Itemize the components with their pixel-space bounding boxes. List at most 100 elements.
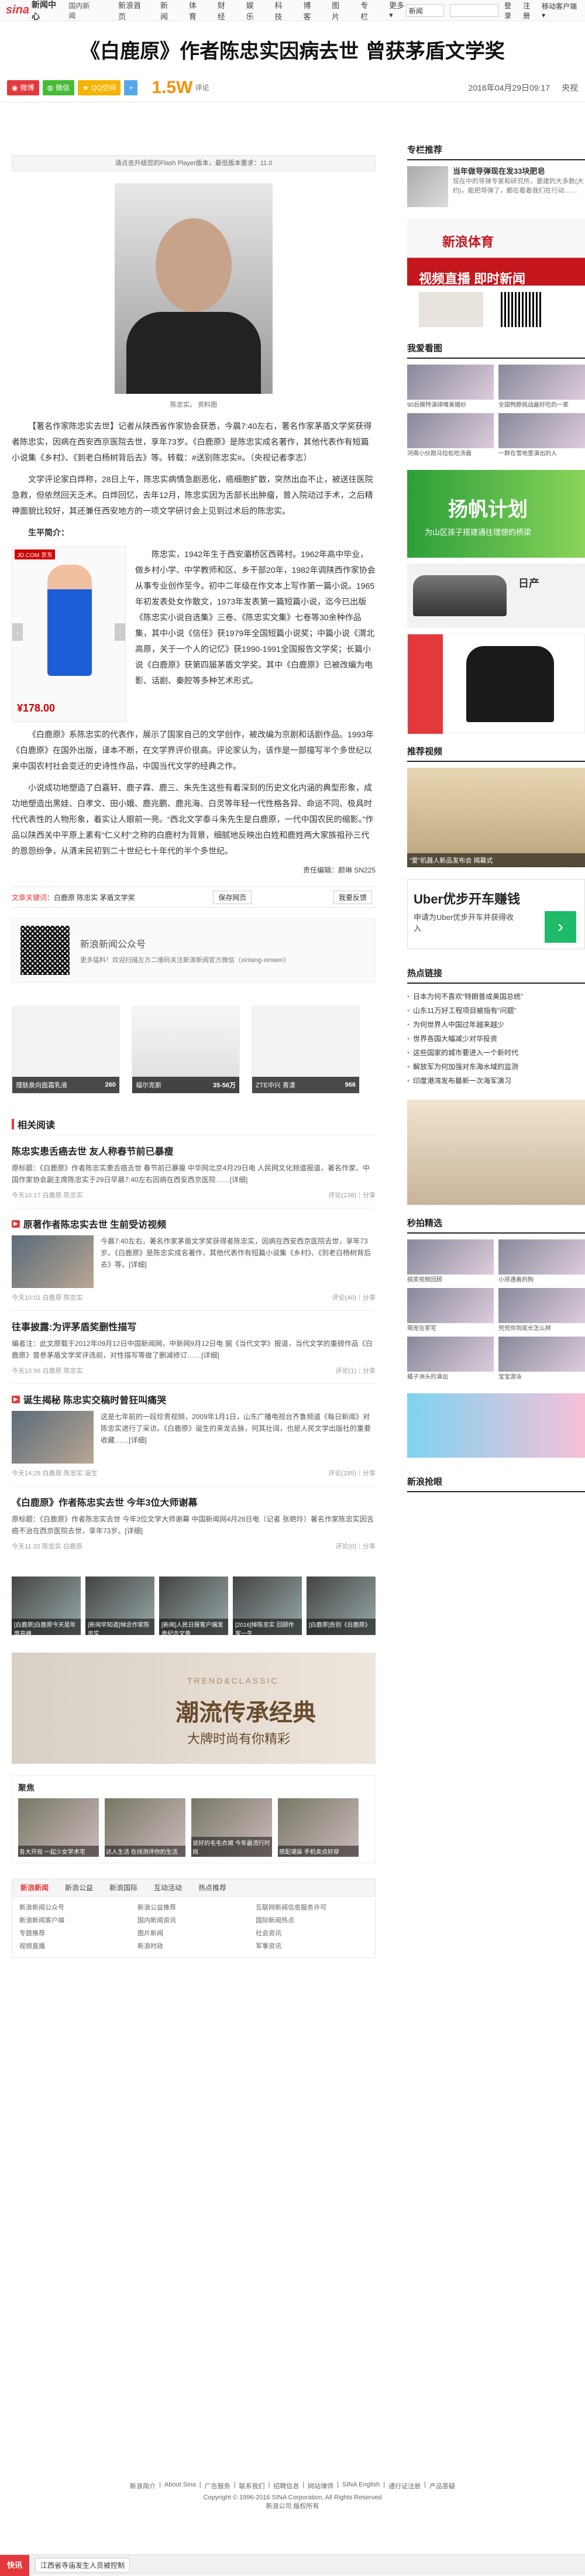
related-item-comments[interactable]: 评论(195)｜分享 [328,1468,376,1478]
related-item-title[interactable]: 陈忠实患舌癌去世 友人称春节前已暴瘦 [12,1143,173,1158]
related-item-comments[interactable]: 评论(238)｜分享 [328,1190,376,1200]
video-thumb[interactable]: [白鹿原]白鹿原今天是年度高峰 [12,1576,81,1635]
links-item[interactable]: 军事资讯 [256,1941,368,1952]
save-page-button[interactable]: 保存网页 [213,890,252,904]
comment-count-label[interactable]: 评论 [195,83,209,92]
related-item-title[interactable]: 原著作者陈忠实去世 生前受访视频 [23,1217,166,1231]
hot-link[interactable]: 为何世界人中国过年越来越少 [407,1018,585,1032]
comment-count[interactable]: 1.5W [152,78,192,98]
keywords[interactable]: 白鹿原 陈忠实 茅盾文学奖 [54,892,135,902]
links-item[interactable]: 新浪公益推荐 [137,1902,250,1913]
related-item-title[interactable]: 诞生揭秘 陈忠实交稿时曾狂叫痛哭 [23,1392,166,1406]
video-thumb[interactable]: [白鹿原]告别《白鹿原》 [307,1576,376,1635]
focus-item[interactable]: 各大开局 一起少女学术宅 [18,1798,99,1857]
links-tab[interactable]: 热点推荐 [190,1883,235,1892]
nav-link[interactable]: 博客 [303,0,316,22]
links-item[interactable]: 图片新闻 [137,1928,250,1939]
links-tab[interactable]: 新浪公益 [57,1883,101,1892]
feedback-button[interactable]: 我要反馈 [333,890,372,904]
video-thumb[interactable]: [2016]悼陈忠实 回顾作家一生 [233,1576,302,1635]
sina-logo[interactable]: sina 新闻中心 [6,0,60,22]
hot-link[interactable]: 印度港湾发布最新一次海军演习 [407,1074,585,1088]
nav-link-more[interactable]: 更多▾ [389,0,406,22]
mobile-link[interactable]: 移动客户端 ▾ [542,1,579,19]
sports-ad[interactable]: 新浪体育 视频直播 即时新闻 [407,219,585,330]
related-item-title[interactable]: 《白鹿原》作者陈忠实去世 今年3位大师谢幕 [12,1495,197,1509]
footer-link[interactable]: 产品答疑 [429,2481,455,2491]
video-thumb[interactable]: [新闻]人民日报客户端发表纪念文章 [159,1576,228,1635]
search-select[interactable]: 新闻 [405,4,444,17]
footer-link[interactable]: 招聘信息 [273,2481,299,2491]
game-ad[interactable] [407,1393,585,1458]
footer-link[interactable]: 广告服务 [205,2481,230,2491]
shop-item[interactable]: 兜兜你到底长怎么样 [498,1288,585,1333]
chevron-left-icon[interactable]: ‹ [12,623,23,641]
footer-link[interactable]: 网站律师 [308,2481,333,2491]
nav-link[interactable]: 财经 [218,0,231,22]
links-tab[interactable]: 互动活动 [146,1883,190,1892]
video-thumb[interactable]: [新闻早知道]悼念作家陈忠实 [85,1576,154,1635]
article-source[interactable]: 央视 [562,83,578,92]
nav-link[interactable]: 图片 [332,0,345,22]
related-item-comments[interactable]: 评论(40)｜分享 [332,1293,376,1302]
hot-link[interactable]: 这些国家的城市要进入一个新时代 [407,1046,585,1060]
related-item-comments[interactable]: 评论(0)｜分享 [336,1541,376,1551]
shop-item[interactable]: 橘子洲头的演出 [407,1337,494,1382]
hot-link[interactable]: 山东11万好工程项目被指有“问题” [407,1004,585,1018]
column-item[interactable]: 当年做导弹现在发33块肥皂 现在中的导弹专家和研究所，要建的大多数(大约)，能把导… [407,166,585,207]
footer-link[interactable]: 联系我们 [239,2481,264,2491]
footer-link[interactable]: 通行证注册 [388,2481,421,2491]
related-item-comments[interactable]: 评论(1)｜分享 [336,1366,376,1375]
trend-banner[interactable]: TREND&CLASSIC 潮流传承经典 大牌时尚有你精彩 [12,1653,376,1764]
share-more-button[interactable]: + [124,80,138,95]
share-qzone-button[interactable]: ★ QQ空间 [78,80,121,95]
pic-item[interactable]: 一群在雪地里演出的人 [498,413,585,458]
links-item[interactable]: 视频直播 [19,1941,132,1952]
focus-item[interactable]: 达人生活 在线测评你的生活 [105,1798,185,1857]
product-ad[interactable]: 福尔克斯 35-56万 [132,1006,240,1094]
jd-ad[interactable]: JD.COM 京东 ‹ › ¥178.00 [12,547,126,722]
breadcrumb[interactable]: 国内新闻 [68,1,95,20]
related-item-thumbnail[interactable] [12,1235,94,1288]
links-item[interactable]: 新浪时政 [137,1941,250,1952]
shop-item[interactable]: 萌宠在家宅 [407,1288,494,1333]
shop-item[interactable]: 小孩遇着的狗 [498,1239,585,1284]
related-item-title[interactable]: 往事披露:为评茅盾奖删性描写 [12,1319,136,1333]
chevron-right-icon[interactable]: › [545,911,576,943]
links-tab[interactable]: 新浪国际 [101,1883,146,1892]
hot-link[interactable]: 日本为何不喜欢“特朗普成美国总统” [407,990,585,1004]
shop-item[interactable]: 搞笑视频回顾 [407,1239,494,1284]
footer-link[interactable]: 新浪简介 [130,2481,156,2491]
hot-link[interactable]: 世界各国大幅减少对华投资 [407,1032,585,1046]
share-weibo-button[interactable]: ◉ 微博 [7,80,39,95]
recvideo-thumb[interactable]: “爱”机器人新品发布会 揭幕式 [407,768,585,867]
footer-link[interactable]: SINA English [342,2481,380,2491]
links-tab[interactable]: 新浪新闻 [12,1883,57,1892]
pic-item[interactable]: 河南小伙跑马拉松吃汤面 [407,413,494,458]
links-item[interactable]: 社会资讯 [256,1928,368,1939]
nav-link[interactable]: 体育 [189,0,202,22]
car-ad[interactable]: 日产 [407,564,585,628]
nav-link[interactable]: 科技 [275,0,288,22]
footer-link[interactable]: About Sina [164,2481,196,2491]
nav-link[interactable]: 专栏 [360,0,374,22]
uber-ad[interactable]: Uber优步开车赚钱 申请为Uber优步开车并获得收入 › [407,879,585,949]
links-item[interactable]: 互联网新闻信息服务许可 [256,1902,368,1913]
chevron-right-icon[interactable]: › [115,623,125,641]
ticker-text[interactable]: 江西省寺庙发生人员被控制 [35,2558,130,2572]
shop-item[interactable]: 宝宝游泳 [498,1337,585,1382]
pic-item[interactable]: 90后模特演绎唯美婚纱 [407,365,494,410]
flash-notice[interactable]: 请点击升级您的Flash Player版本，最低版本要求：11.0 [12,155,376,171]
product-ad[interactable]: 理肤泉向面霜乳液 260 [12,1006,120,1094]
nav-link[interactable]: 新浪首页 [118,0,145,22]
search-input[interactable] [449,4,498,17]
links-item[interactable]: 国际新闻热点 [256,1915,368,1926]
login-link[interactable]: 登录 [504,1,517,20]
cosmetics-ad[interactable] [407,1100,585,1205]
nav-link[interactable]: 新闻 [160,0,174,22]
share-wechat-button[interactable]: ◍ 微信 [42,80,74,95]
links-item[interactable]: 新浪新闻客户端 [19,1915,132,1926]
register-link[interactable]: 注册 [523,1,536,20]
hot-link[interactable]: 解放军为何加强对东海水域的监测 [407,1060,585,1074]
focus-item[interactable]: 搭配潮装 手机卖点好穿 [278,1798,359,1857]
